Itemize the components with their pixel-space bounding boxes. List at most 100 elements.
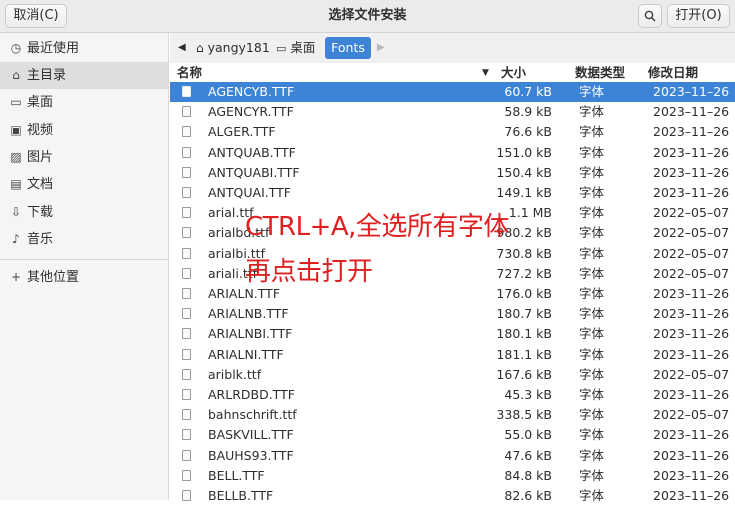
- file-row[interactable]: ANTQUABI.TTF 150.4 kB 字体 2023–11–26: [170, 162, 735, 183]
- sidebar-item-label: 下载: [27, 205, 54, 220]
- sidebar-item-downloads[interactable]: ⇩ 下载: [0, 199, 168, 226]
- video-icon: ▣: [10, 123, 22, 137]
- column-name-header[interactable]: 名称: [177, 63, 202, 83]
- file-name: ARIALNB.TTF: [208, 306, 289, 322]
- file-name: bahnschrift.ttf: [208, 407, 297, 423]
- font-file-icon: [182, 106, 191, 118]
- breadcrumb-left-arrow-icon[interactable]: ◀: [178, 37, 186, 59]
- file-date: 2023–11–26: [653, 467, 730, 483]
- file-row[interactable]: ANTQUAI.TTF 149.1 kB 字体 2023–11–26: [170, 183, 735, 203]
- home-icon: ⌂: [12, 68, 20, 82]
- breadcrumb-fonts[interactable]: Fonts: [325, 37, 371, 59]
- font-file-icon: [182, 267, 191, 279]
- search-button[interactable]: [638, 4, 662, 28]
- file-type: 字体: [579, 144, 605, 160]
- file-size: 730.8 kB: [496, 245, 552, 261]
- file-name: BASKVILL.TTF: [208, 427, 294, 443]
- file-row[interactable]: BAUHS93.TTF 47.6 kB 字体 2023–11–26: [170, 445, 735, 466]
- file-date: 2022–05–07: [653, 245, 730, 261]
- file-date: 2023–11–26: [653, 84, 730, 99]
- file-date: 2023–11–26: [653, 488, 730, 503]
- sidebar-item-pictures[interactable]: ▨ 图片: [0, 144, 168, 171]
- file-name: ARIALNI.TTF: [208, 346, 284, 362]
- file-type: 字体: [579, 407, 605, 423]
- home-icon: ⌂: [196, 41, 204, 55]
- file-name: ariblk.ttf: [208, 366, 262, 382]
- font-file-icon: [182, 449, 191, 461]
- file-type: 字体: [579, 366, 605, 382]
- sidebar-item-recent[interactable]: ◷ 最近使用: [0, 35, 168, 62]
- sidebar-item-music[interactable]: ♪ 音乐: [0, 226, 168, 253]
- file-type: 字体: [579, 225, 605, 241]
- cancel-button[interactable]: 取消(C): [5, 4, 67, 28]
- file-type: 字体: [579, 124, 605, 140]
- breadcrumb: ◀ ⌂ yangy181 ▭ 桌面 Fonts ▶: [170, 33, 735, 63]
- file-row[interactable]: BELL.TTF 84.8 kB 字体 2023–11–26: [170, 465, 735, 486]
- breadcrumb-home[interactable]: ⌂ yangy181: [196, 37, 270, 59]
- column-header: 名称 ▼ 大小 数据类型 修改日期: [170, 63, 735, 83]
- breadcrumb-right-arrow-icon[interactable]: ▶: [377, 37, 385, 59]
- sidebar-item-videos[interactable]: ▣ 视频: [0, 117, 168, 144]
- column-size-header[interactable]: 大小: [501, 63, 526, 83]
- desktop-icon: ▭: [276, 42, 287, 55]
- font-file-icon: [182, 207, 191, 219]
- sidebar-item-label: 视频: [27, 123, 54, 138]
- file-size: 149.1 kB: [496, 185, 552, 200]
- file-row[interactable]: ARIALNB.TTF 180.7 kB 字体 2023–11–26: [170, 304, 735, 325]
- sidebar-divider: [0, 259, 168, 260]
- file-row[interactable]: ariblk.ttf 167.6 kB 字体 2022–05–07: [170, 364, 735, 385]
- file-row[interactable]: BELLB.TTF 82.6 kB 字体 2023–11–26: [170, 486, 735, 506]
- download-icon: ⇩: [10, 205, 22, 219]
- file-size: 167.6 kB: [496, 366, 552, 382]
- open-button[interactable]: 打开(O): [667, 4, 730, 28]
- file-date: 2023–11–26: [653, 387, 730, 402]
- font-file-icon: [182, 368, 191, 380]
- file-size: 82.6 kB: [504, 488, 552, 503]
- font-file-icon: [182, 146, 191, 158]
- sidebar-item-label: 主目录: [27, 68, 67, 83]
- file-row[interactable]: BASKVILL.TTF 55.0 kB 字体 2023–11–26: [170, 425, 735, 446]
- font-file-icon: [182, 409, 191, 421]
- file-size: 58.9 kB: [504, 104, 552, 120]
- column-type-header[interactable]: 数据类型: [575, 63, 625, 83]
- file-date: 2023–11–26: [653, 306, 730, 322]
- file-type: 字体: [579, 286, 605, 301]
- file-type: 字体: [579, 306, 605, 322]
- file-type: 字体: [579, 447, 605, 463]
- file-row[interactable]: AGENCYB.TTF 60.7 kB 字体 2023–11–26: [170, 82, 735, 102]
- file-type: 字体: [579, 326, 605, 342]
- file-row[interactable]: ARLRDBD.TTF 45.3 kB 字体 2023–11–26: [170, 385, 735, 405]
- file-row[interactable]: ARIALNBI.TTF 180.1 kB 字体 2023–11–26: [170, 324, 735, 345]
- breadcrumb-desktop[interactable]: ▭ 桌面: [276, 37, 315, 59]
- file-row[interactable]: AGENCYR.TTF 58.9 kB 字体 2023–11–26: [170, 102, 735, 123]
- font-file-icon: [182, 86, 191, 97]
- file-date: 2023–11–26: [653, 104, 730, 120]
- file-row[interactable]: ALGER.TTF 76.6 kB 字体 2023–11–26: [170, 122, 735, 143]
- font-file-icon: [182, 166, 191, 178]
- file-date: 2022–05–07: [653, 265, 730, 281]
- file-row[interactable]: ARIALNI.TTF 181.1 kB 字体 2023–11–26: [170, 344, 735, 365]
- font-file-icon: [182, 328, 191, 340]
- column-date-header[interactable]: 修改日期: [648, 63, 698, 83]
- annotation-text: CTRL+A,全选所有字体: [245, 212, 509, 242]
- sidebar-item-label: 音乐: [27, 232, 54, 247]
- font-file-icon: [182, 308, 191, 320]
- sidebar-item-documents[interactable]: ▤ 文档: [0, 171, 168, 198]
- file-size: 45.3 kB: [504, 387, 552, 402]
- dialog-title: 选择文件安装: [328, 8, 407, 23]
- sort-descending-icon[interactable]: ▼: [482, 63, 489, 83]
- file-type: 字体: [579, 104, 605, 120]
- desktop-icon: ▭: [10, 95, 22, 109]
- file-date: 2023–11–26: [653, 447, 730, 463]
- file-name: ANTQUAI.TTF: [208, 185, 291, 200]
- file-type: 字体: [579, 205, 605, 221]
- file-row[interactable]: ANTQUAB.TTF 151.0 kB 字体 2023–11–26: [170, 142, 735, 163]
- sidebar-item-desktop[interactable]: ▭ 桌面: [0, 89, 168, 116]
- file-date: 2022–05–07: [653, 205, 730, 221]
- file-date: 2022–05–07: [653, 366, 730, 382]
- sidebar-item-other-locations[interactable]: + 其他位置: [0, 264, 168, 291]
- file-row[interactable]: bahnschrift.ttf 338.5 kB 字体 2022–05–07: [170, 405, 735, 426]
- file-type: 字体: [579, 245, 605, 261]
- sidebar-item-home[interactable]: ⌂ 主目录: [0, 62, 168, 89]
- font-file-icon: [182, 227, 191, 239]
